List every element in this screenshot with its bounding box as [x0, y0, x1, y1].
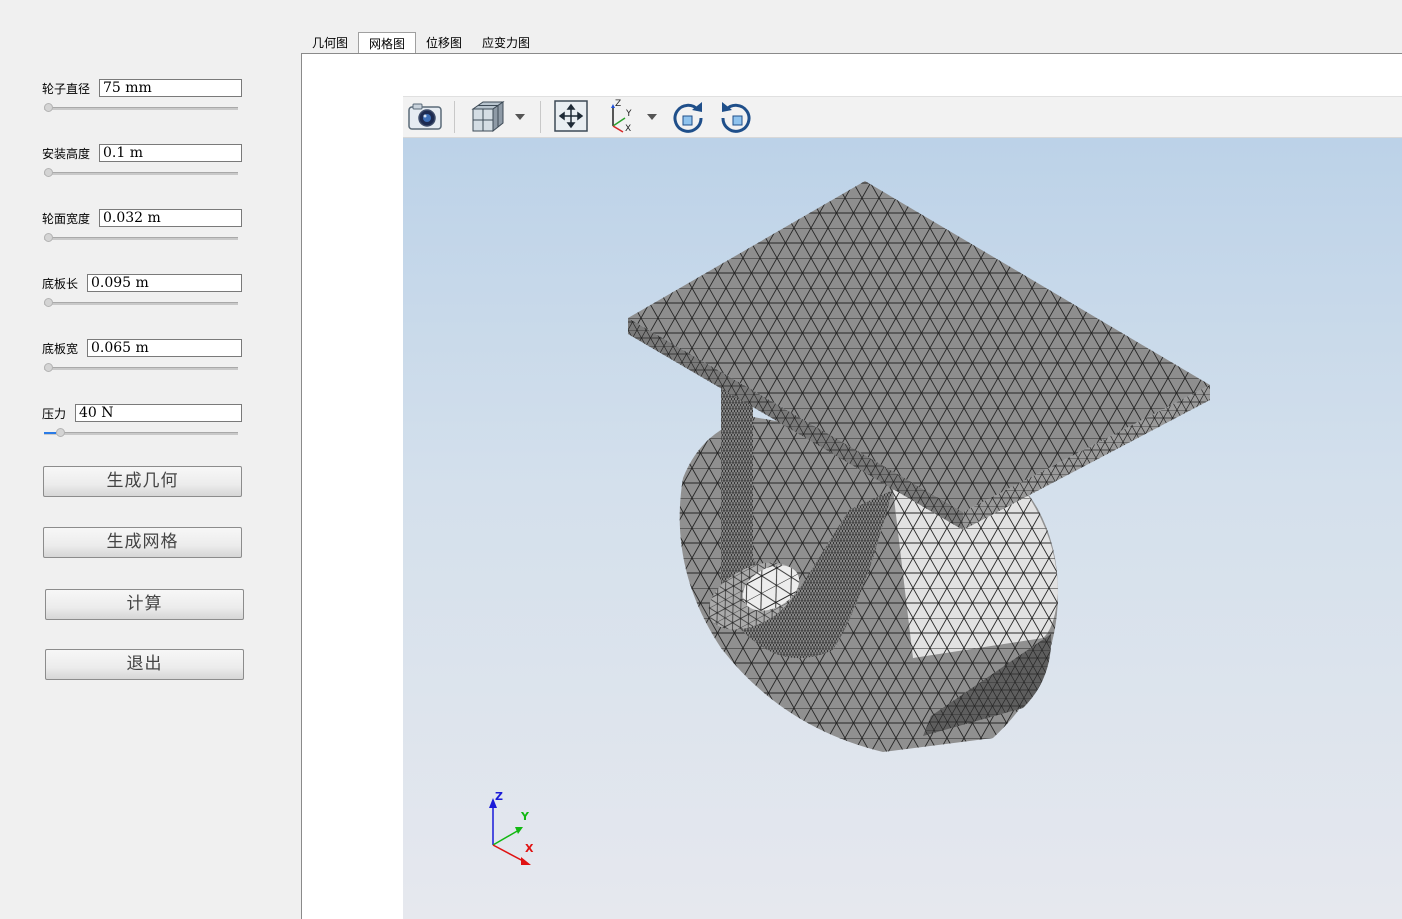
slider-thumb[interactable] [56, 428, 65, 437]
axis-y-label: Y [521, 810, 529, 823]
axes-orientation-icon: Z Y X [603, 98, 639, 137]
camera-button[interactable] [406, 99, 444, 135]
tread-width-input[interactable] [99, 209, 242, 227]
generate-mesh-button[interactable]: 生成网格 [43, 527, 242, 558]
fit-all-button[interactable] [553, 99, 589, 135]
tread-width-slider[interactable] [44, 233, 238, 243]
mount-height-label: 安装高度 [42, 147, 91, 161]
tread-width-label: 轮面宽度 [42, 212, 91, 226]
generate-geometry-button[interactable]: 生成几何 [43, 466, 242, 497]
toolbar-separator [540, 101, 541, 133]
wheel-diameter-label: 轮子直径 [42, 82, 91, 96]
exit-button[interactable]: 退出 [45, 649, 244, 680]
slider-thumb[interactable] [44, 233, 53, 242]
slider-thumb[interactable] [44, 168, 53, 177]
rotate-clockwise-icon [670, 98, 706, 137]
mount-height-slider[interactable] [44, 168, 238, 178]
fit-all-icon [553, 99, 589, 136]
base-length-input[interactable] [87, 274, 242, 292]
base-width-label: 底板宽 [42, 342, 79, 356]
wheel-diameter-input[interactable] [99, 79, 242, 97]
axes-orientation-dropdown[interactable] [642, 99, 662, 135]
svg-text:Z: Z [615, 99, 621, 109]
tab-displacement[interactable]: 位移图 [416, 32, 472, 53]
view-cube-dropdown[interactable] [510, 99, 530, 135]
toolbar-separator [454, 101, 455, 133]
mount-height-input[interactable] [99, 144, 242, 162]
tab-mesh[interactable]: 网格图 [358, 32, 417, 54]
svg-text:X: X [625, 124, 631, 134]
viewer-toolbar: Z Y X [403, 96, 1402, 138]
compute-button[interactable]: 计算 [45, 589, 244, 620]
rotate-clockwise-button[interactable] [670, 99, 706, 135]
axis-triad: Z Y X [481, 790, 551, 870]
slider-thumb[interactable] [44, 363, 53, 372]
wheel-diameter-slider[interactable] [44, 103, 238, 113]
base-width-input[interactable] [87, 339, 242, 357]
pressure-label: 压力 [42, 407, 67, 421]
dropdown-arrow-icon [646, 110, 658, 124]
slider-thumb[interactable] [44, 298, 53, 307]
base-width-slider[interactable] [44, 363, 238, 373]
view-tabs: 几何图 网格图 位移图 应变力图 [302, 32, 540, 54]
dropdown-arrow-icon [514, 110, 526, 124]
slider-fill [44, 432, 56, 434]
rotate-counterclockwise-button[interactable] [718, 99, 754, 135]
rotate-counterclockwise-icon [718, 98, 754, 137]
axis-z-label: Z [495, 790, 503, 803]
pressure-slider[interactable] [44, 428, 238, 438]
camera-icon [407, 101, 443, 134]
base-length-label: 底板长 [42, 277, 79, 291]
view-cube-button[interactable] [467, 99, 507, 135]
axis-x-label: X [525, 842, 534, 855]
slider-thumb[interactable] [44, 103, 53, 112]
view-cube-icon [469, 99, 505, 136]
tab-geometry[interactable]: 几何图 [302, 32, 358, 53]
svg-text:Y: Y [625, 109, 632, 119]
base-length-slider[interactable] [44, 298, 238, 308]
caster-mesh-model [628, 181, 1210, 752]
mesh-viewport[interactable]: Z Y X [403, 138, 1402, 919]
pressure-input[interactable] [75, 404, 242, 422]
axes-orientation-button[interactable]: Z Y X [603, 99, 639, 135]
tab-strain-stress[interactable]: 应变力图 [472, 32, 540, 53]
